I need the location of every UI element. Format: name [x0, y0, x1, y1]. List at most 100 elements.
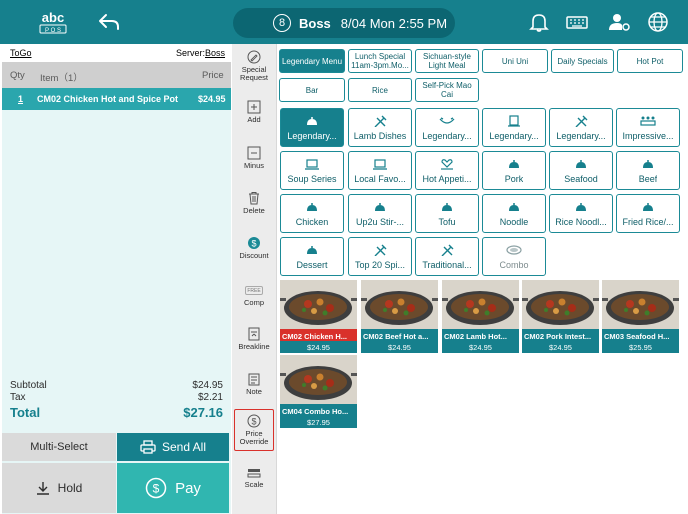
- category-label: Seafood: [564, 174, 598, 184]
- category-button[interactable]: Noodle: [482, 194, 546, 233]
- globe-icon[interactable]: [646, 11, 670, 33]
- category-button[interactable]: Combo: [482, 237, 546, 276]
- category-button[interactable]: Legendary...: [415, 108, 479, 147]
- menu-item-card[interactable]: CM02 Pork Intest... $24.95: [522, 280, 599, 353]
- send-all-button[interactable]: Send All: [117, 433, 229, 461]
- category-button[interactable]: Local Favo...: [348, 151, 412, 190]
- date-time: 8/04 Mon 2:55 PM: [340, 15, 448, 31]
- add-button[interactable]: Add: [234, 100, 274, 124]
- menu-legendary[interactable]: Legendary Menu: [279, 49, 345, 73]
- minus-button[interactable]: Minus: [234, 146, 274, 170]
- menu-sichuan-light-meal[interactable]: Sichuan-style Light Meal: [415, 49, 479, 73]
- svg-text:$: $: [153, 482, 160, 496]
- server-name-link[interactable]: Boss: [205, 48, 225, 58]
- category-button[interactable]: Legendary...: [549, 108, 613, 147]
- category-label: Beef: [638, 174, 658, 184]
- category-button[interactable]: Traditional...: [415, 237, 479, 276]
- back-arrow-icon[interactable]: [96, 10, 122, 34]
- note-icon: [248, 373, 260, 386]
- category-button[interactable]: Dessert: [280, 237, 344, 276]
- category-label: Top 20 Spi...: [354, 260, 406, 270]
- category-label: Noodle: [499, 217, 529, 227]
- item-price: $24.95: [388, 343, 411, 352]
- menu-item-card[interactable]: CM03 Seafood H... $25.95: [602, 280, 679, 353]
- minus-icon: [247, 146, 261, 160]
- item-price: $25.95: [629, 343, 652, 352]
- keyboard-icon[interactable]: [565, 11, 589, 33]
- order-line-item[interactable]: 1 CM02 Chicken Hot and Spice Pot $24.95: [2, 88, 231, 110]
- category-label: Dessert: [296, 260, 328, 270]
- category-label: Tofu: [438, 217, 456, 227]
- trash-icon: [249, 192, 259, 205]
- category-button[interactable]: Legendary...: [482, 108, 546, 147]
- pay-button[interactable]: $ Pay: [117, 463, 229, 513]
- category-label: Combo: [499, 260, 529, 270]
- category-label: Legendary...: [287, 131, 337, 141]
- category-button[interactable]: Lamb Dishes: [348, 108, 412, 147]
- cloche-icon: [440, 203, 454, 212]
- hold-down-arrow-icon: [36, 482, 49, 495]
- tool-label: Minus: [243, 161, 264, 170]
- scale-button[interactable]: Scale: [234, 465, 274, 489]
- item-price: $27.95: [307, 418, 330, 427]
- user-session-pill[interactable]: 8 Boss 8/04 Mon 2:55 PM: [233, 8, 455, 38]
- category-button[interactable]: Tofu: [415, 194, 479, 233]
- bell-icon[interactable]: [527, 11, 551, 33]
- food-photo-image: [442, 280, 519, 329]
- category-button[interactable]: Up2u Stir-...: [348, 194, 412, 233]
- category-button[interactable]: Fried Rice/...: [616, 194, 680, 233]
- category-button[interactable]: Soup Series: [280, 151, 344, 190]
- qty-column-header: Qty: [10, 70, 25, 81]
- multi-select-button[interactable]: Multi-Select: [2, 433, 116, 461]
- category-button[interactable]: Legendary...: [280, 108, 344, 147]
- menu-item-card[interactable]: CM02 Beef Hot a... $24.95: [361, 280, 438, 353]
- order-type-link[interactable]: ToGo: [10, 48, 32, 58]
- menu-daily-specials[interactable]: Daily Specials: [551, 49, 614, 73]
- total-value: $27.16: [183, 405, 223, 420]
- menu-label: Daily Specials: [557, 56, 608, 66]
- menu-lunch-special[interactable]: Lunch Special 11am-3pm.Mo...: [348, 49, 412, 73]
- note-button[interactable]: Note: [234, 372, 274, 396]
- item-name: CM04 Combo Ho...: [282, 407, 349, 416]
- category-button[interactable]: Seafood: [549, 151, 613, 190]
- category-label: Legendary...: [489, 131, 539, 141]
- category-button[interactable]: Rice Noodl...: [549, 194, 613, 233]
- comp-button[interactable]: FREE Comp: [234, 283, 274, 307]
- free-tag-icon: FREE: [245, 286, 263, 295]
- menu-hot-pot[interactable]: Hot Pot: [617, 49, 683, 73]
- order-header: ToGo Server: Boss: [2, 44, 231, 62]
- category-button[interactable]: Hot Appeti...: [415, 151, 479, 190]
- hold-button[interactable]: Hold: [2, 463, 116, 513]
- subtotal-label: Subtotal: [10, 380, 47, 391]
- discount-button[interactable]: $ Discount: [234, 236, 274, 260]
- menu-bar[interactable]: Bar: [279, 78, 345, 102]
- category-button[interactable]: Chicken: [280, 194, 344, 233]
- cloche-icon: [305, 246, 319, 255]
- line-price: $24.95: [198, 94, 226, 104]
- menu-uni-uni[interactable]: Uni Uni: [482, 49, 548, 73]
- menu-rice[interactable]: Rice: [348, 78, 412, 102]
- category-button[interactable]: Top 20 Spi...: [348, 237, 412, 276]
- cloche-icon: [641, 203, 655, 212]
- menu-self-pick-mao-cai[interactable]: Self-Pick Mao Cai: [415, 78, 479, 102]
- category-button[interactable]: Impressive...: [616, 108, 680, 147]
- category-button[interactable]: Beef: [616, 151, 680, 190]
- user-settings-icon[interactable]: [607, 11, 631, 33]
- breakline-button[interactable]: Breakline: [234, 327, 274, 351]
- item-name: CM02 Lamb Hot...: [444, 332, 507, 341]
- line-qty[interactable]: 1: [18, 94, 23, 104]
- subtotal-value: $24.95: [192, 380, 223, 391]
- menu-item-card[interactable]: CM02 Chicken H... $24.95: [280, 280, 357, 353]
- category-button[interactable]: Pork: [482, 151, 546, 190]
- delete-button[interactable]: Delete: [234, 191, 274, 215]
- menu-label: Self-Pick Mao Cai: [422, 81, 472, 99]
- pencil-icon: [247, 50, 261, 64]
- table-icon: [640, 116, 656, 126]
- menu-item-card[interactable]: CM04 Combo Ho... $27.95: [280, 355, 357, 428]
- special-request-button[interactable]: Special Request: [234, 50, 274, 82]
- menu-label: Hot Pot: [636, 56, 664, 66]
- breakline-icon: [248, 327, 260, 341]
- user-avatar: 8: [273, 14, 291, 32]
- menu-item-card[interactable]: CM02 Lamb Hot... $24.95: [442, 280, 519, 353]
- send-all-label: Send All: [161, 440, 207, 454]
